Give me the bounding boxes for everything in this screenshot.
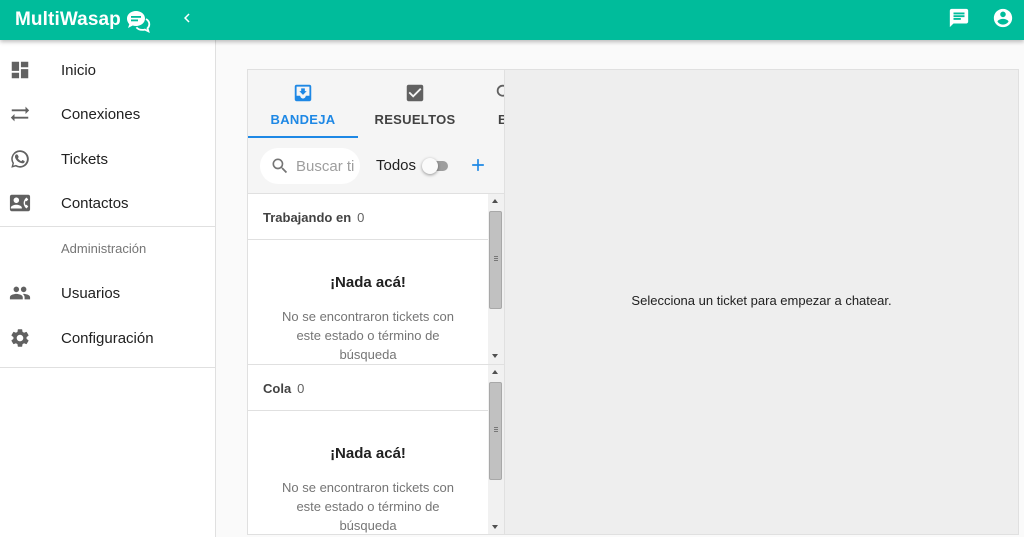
tickets-toolbar: Todos	[248, 138, 504, 194]
sidebar-item-label: Usuarios	[61, 284, 121, 302]
queue-title-text: Cola	[263, 381, 292, 396]
grip-icon	[494, 427, 498, 428]
search-input[interactable]	[296, 156, 358, 176]
chat-icon[interactable]	[948, 7, 970, 29]
dashboard-icon	[11, 61, 29, 79]
sidebar-item-contactos[interactable]: Contactos	[0, 181, 215, 225]
sidebar: Inicio Conexiones Tickets Contactos Admi…	[0, 40, 216, 537]
grip-icon	[494, 256, 498, 257]
tickets-panel: BANDEJA RESUELTOS B Todos	[247, 69, 504, 535]
toggle-label: Todos	[376, 157, 417, 174]
chat-bubbles-logo-icon	[126, 11, 151, 33]
chat-area: Selecciona un ticket para empezar a chat…	[504, 69, 1019, 535]
sidebar-item-usuarios[interactable]: Usuarios	[0, 271, 215, 315]
sidebar-section-title: Administración	[61, 241, 147, 256]
queue-cola: Cola 0 ¡Nada acá! No se encontraron ticke…	[248, 365, 504, 534]
search-box	[260, 148, 360, 184]
sidebar-divider	[0, 367, 215, 368]
queue-trabajando: Trabajando en 0 ¡Nada acá! No se encontra…	[248, 194, 504, 365]
empty-state-title: ¡Nada acá!	[330, 274, 406, 291]
chat-placeholder-text: Selecciona un ticket para empezar a chat…	[631, 293, 892, 308]
tab-label: RESUELTOS	[374, 112, 456, 127]
scroll-thumb[interactable]	[489, 382, 502, 480]
people-icon	[9, 286, 31, 300]
sidebar-item-label: Configuración	[61, 329, 154, 347]
sidebar-divider	[0, 226, 215, 227]
queue-header: Cola 0	[248, 365, 488, 411]
queue-scrollbar[interactable]	[488, 194, 504, 364]
queue-title-text: Trabajando en	[263, 210, 352, 225]
search-icon	[496, 84, 504, 97]
chevron-left-icon[interactable]	[178, 9, 196, 27]
app-bar: MultiWasap	[0, 0, 1024, 40]
scroll-up-icon[interactable]	[492, 370, 498, 374]
empty-state-text: No se encontraron tickets con este estad…	[282, 480, 454, 533]
check-box-icon	[406, 84, 424, 102]
queue-count: 0	[297, 381, 305, 396]
scroll-up-icon[interactable]	[492, 199, 498, 203]
inbox-icon	[294, 84, 312, 102]
queue-header: Trabajando en 0	[248, 194, 488, 240]
sidebar-item-inicio[interactable]: Inicio	[0, 48, 215, 92]
sidebar-item-conexiones[interactable]: Conexiones	[0, 92, 215, 136]
sidebar-item-tickets[interactable]: Tickets	[0, 137, 215, 181]
scroll-thumb[interactable]	[489, 211, 502, 309]
queue-count: 0	[357, 210, 365, 225]
queue-title: Trabajando en 0	[263, 210, 364, 225]
scroll-down-icon[interactable]	[492, 354, 498, 358]
account-icon[interactable]	[992, 7, 1014, 29]
sidebar-item-label: Conexiones	[61, 105, 141, 123]
sync-alt-icon	[10, 106, 30, 122]
sidebar-item-label: Contactos	[61, 194, 129, 212]
search-icon	[272, 158, 288, 174]
sidebar-item-configuracion[interactable]: Configuración	[0, 316, 215, 360]
empty-state-text: No se encontraron tickets con este estad…	[282, 309, 454, 362]
tab-busqueda[interactable]: B	[484, 70, 504, 138]
tab-resueltos[interactable]: RESUELTOS	[360, 70, 470, 138]
show-all-toggle[interactable]	[422, 158, 450, 174]
settings-icon	[11, 329, 29, 347]
brand: MultiWasap	[0, 0, 216, 40]
sidebar-item-label: Tickets	[61, 150, 108, 168]
app-title: MultiWasap	[15, 9, 121, 30]
queue-scrollbar[interactable]	[488, 365, 504, 534]
scroll-down-icon[interactable]	[492, 525, 498, 529]
empty-state-title: ¡Nada acá!	[330, 445, 406, 462]
whatsapp-icon	[11, 150, 29, 168]
tab-bandeja[interactable]: BANDEJA	[248, 70, 358, 138]
tickets-tabs: BANDEJA RESUELTOS B	[248, 70, 504, 138]
queue-title: Cola 0	[263, 381, 304, 396]
toggle-thumb	[422, 158, 438, 174]
tab-label: BANDEJA	[270, 112, 336, 127]
contact-card-icon	[9, 194, 31, 212]
sidebar-item-label: Inicio	[61, 61, 97, 79]
add-icon[interactable]	[468, 155, 488, 175]
